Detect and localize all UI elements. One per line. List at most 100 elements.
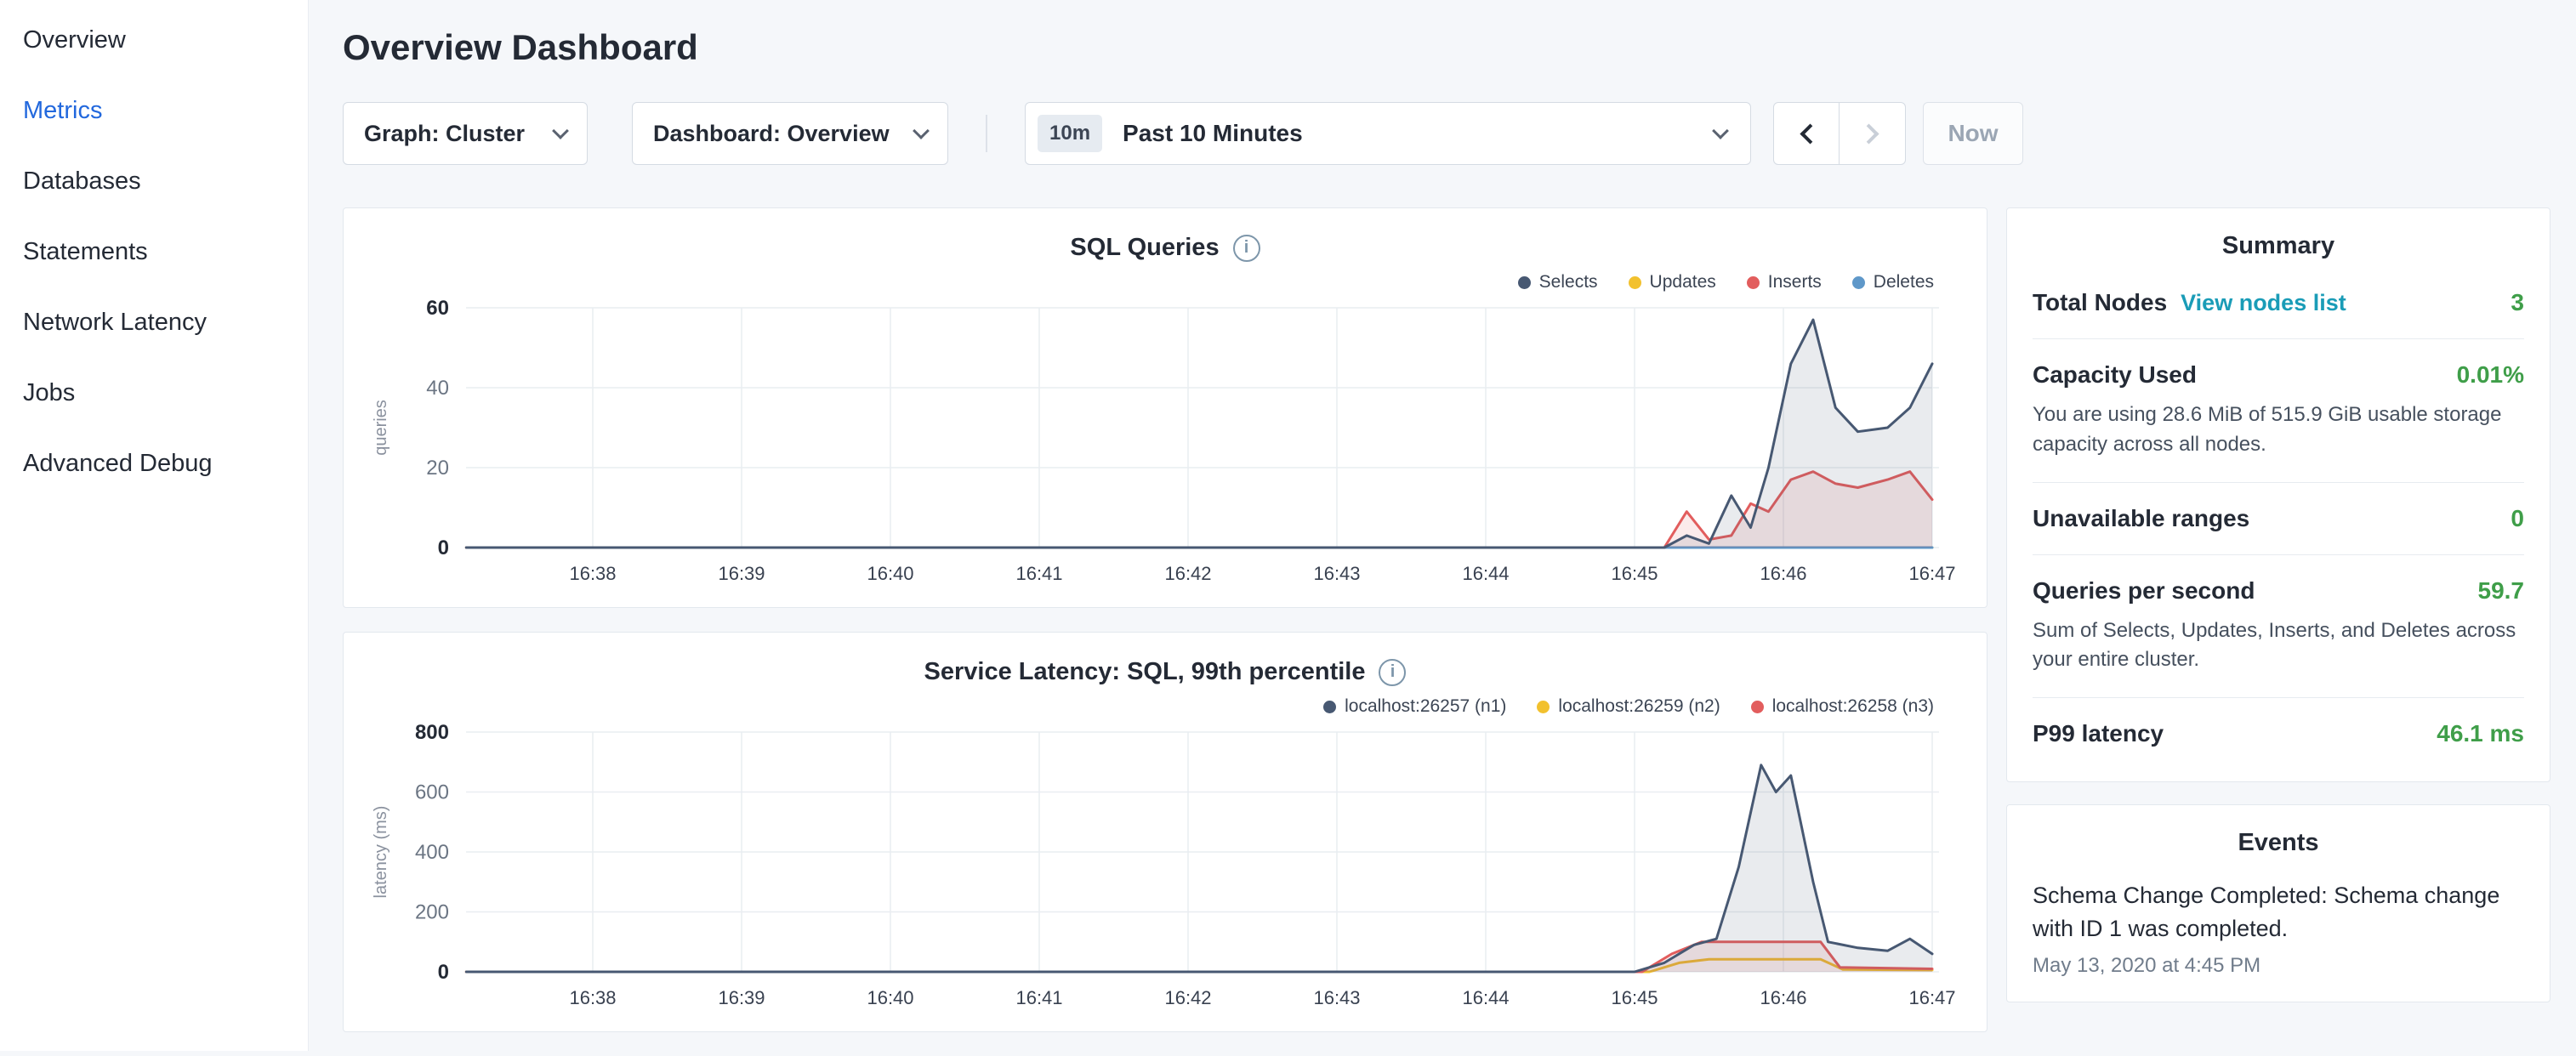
summary-row: Capacity Used0.01% You are using 28.6 MiB… — [2033, 339, 2524, 483]
legend-item[interactable]: Inserts — [1747, 272, 1822, 292]
event-item: Schema Change Completed: Schema change w… — [2033, 864, 2524, 978]
summary-row: P99 latency46.1 ms — [2033, 698, 2524, 758]
svg-text:800: 800 — [415, 721, 449, 744]
time-step-buttons — [1773, 102, 1906, 165]
legend-item[interactable]: Deletes — [1852, 272, 1934, 292]
sidebar-item-databases[interactable]: Databases — [0, 146, 308, 217]
svg-text:16:45: 16:45 — [1611, 987, 1658, 1008]
chevron-down-icon — [913, 122, 930, 139]
svg-text:16:47: 16:47 — [1908, 987, 1955, 1008]
time-window-dropdown[interactable]: 10m Past 10 Minutes — [1025, 102, 1751, 165]
summary-line: P99 latency46.1 ms — [2033, 720, 2524, 747]
graph-dropdown-label: Graph: Cluster — [364, 121, 525, 147]
charts-column: SQL Queries Selects Updates Inserts Deletes… — [343, 207, 1987, 1056]
chart-svg: 16:3816:3916:4016:4116:4216:4316:4416:45… — [369, 718, 1961, 1016]
legend-label: Inserts — [1768, 272, 1822, 292]
legend-dot — [1537, 701, 1550, 713]
chart-legend: Selects Updates Inserts Deletes — [369, 272, 1934, 292]
legend-label: Selects — [1539, 272, 1598, 292]
sidebar-nav: OverviewMetricsDatabasesStatementsNetwor… — [0, 0, 309, 1051]
summary-label: Unavailable ranges — [2033, 505, 2249, 532]
svg-text:16:39: 16:39 — [718, 987, 765, 1008]
legend-item[interactable]: Selects — [1518, 272, 1598, 292]
summary-value: 0 — [2511, 505, 2524, 532]
legend-item[interactable]: Updates — [1629, 272, 1716, 292]
summary-panel-title: Summary — [2033, 232, 2524, 260]
sidebar-item-statements[interactable]: Statements — [0, 217, 308, 287]
info-icon[interactable] — [1233, 235, 1260, 262]
dashboard-dropdown[interactable]: Dashboard: Overview — [632, 102, 948, 165]
chart-title-row: Service Latency: SQL, 99th percentile — [369, 658, 1961, 686]
svg-text:16:39: 16:39 — [718, 563, 765, 584]
sidebar-item-metrics[interactable]: Metrics — [0, 76, 308, 146]
summary-rows: Total NodesView nodes list3Capacity Used… — [2033, 267, 2524, 758]
legend-label: Deletes — [1874, 272, 1934, 292]
summary-panel: Summary Total NodesView nodes list3Capac… — [2006, 207, 2550, 782]
svg-text:200: 200 — [415, 901, 449, 924]
view-nodes-link[interactable]: View nodes list — [2181, 290, 2346, 316]
svg-text:16:46: 16:46 — [1760, 987, 1806, 1008]
legend-dot — [1629, 276, 1641, 289]
sidebar-item-overview[interactable]: Overview — [0, 5, 308, 76]
graph-dropdown[interactable]: Graph: Cluster — [343, 102, 588, 165]
summary-line: Unavailable ranges 0 — [2033, 505, 2524, 532]
events-panel-title: Events — [2033, 829, 2524, 857]
legend-dot — [1518, 276, 1531, 289]
events-list: Schema Change Completed: Schema change w… — [2033, 864, 2524, 978]
sidebar-item-advanced-debug[interactable]: Advanced Debug — [0, 429, 308, 499]
svg-text:16:38: 16:38 — [569, 563, 616, 584]
svg-text:16:40: 16:40 — [867, 987, 913, 1008]
sql-queries-chart-card: SQL Queries Selects Updates Inserts Deletes… — [343, 207, 1987, 608]
summary-line: Total NodesView nodes list3 — [2033, 289, 2524, 316]
summary-row: Total NodesView nodes list3 — [2033, 267, 2524, 339]
sidebar-item-jobs[interactable]: Jobs — [0, 358, 308, 429]
sidebar-item-network-latency[interactable]: Network Latency — [0, 287, 308, 358]
chart-title: SQL Queries — [1070, 234, 1219, 262]
legend-label: localhost:26258 (n3) — [1772, 696, 1934, 717]
summary-description: You are using 28.6 MiB of 515.9 GiB usab… — [2033, 400, 2524, 460]
summary-line: Queries per second 59.7 — [2033, 577, 2524, 605]
legend-label: localhost:26257 (n1) — [1345, 696, 1506, 717]
legend-item[interactable]: localhost:26258 (n3) — [1751, 696, 1934, 717]
time-prev-button[interactable] — [1773, 102, 1840, 165]
app-root: OverviewMetricsDatabasesStatementsNetwor… — [0, 0, 2576, 1051]
summary-label: Capacity Used — [2033, 361, 2197, 389]
main-content: Overview Dashboard Graph: Cluster Dashbo… — [309, 0, 2576, 1051]
svg-text:16:43: 16:43 — [1313, 563, 1360, 584]
svg-text:16:41: 16:41 — [1015, 987, 1062, 1008]
summary-label: Queries per second — [2033, 577, 2255, 605]
event-timestamp: May 13, 2020 at 4:45 PM — [2033, 954, 2524, 978]
now-button[interactable]: Now — [1923, 102, 2023, 165]
dashboard-dropdown-label: Dashboard: Overview — [653, 121, 890, 147]
svg-text:16:45: 16:45 — [1611, 563, 1658, 584]
svg-text:16:43: 16:43 — [1313, 987, 1360, 1008]
chart-title-row: SQL Queries — [369, 234, 1961, 262]
svg-text:16:42: 16:42 — [1164, 563, 1211, 584]
summary-label: P99 latency — [2033, 720, 2164, 747]
svg-text:20: 20 — [426, 457, 449, 480]
summary-value: 59.7 — [2478, 577, 2525, 605]
chevron-down-icon — [1712, 122, 1729, 139]
chart-plot-area: 16:3816:3916:4016:4116:4216:4316:4416:45… — [369, 718, 1961, 1016]
page-title: Overview Dashboard — [343, 27, 2550, 68]
info-icon[interactable] — [1379, 659, 1406, 686]
summary-row: Unavailable ranges 0 — [2033, 483, 2524, 555]
legend-dot — [1747, 276, 1760, 289]
legend-dot — [1323, 701, 1336, 713]
svg-text:16:44: 16:44 — [1462, 563, 1509, 584]
time-window-badge: 10m — [1038, 115, 1102, 152]
summary-line: Capacity Used0.01% — [2033, 361, 2524, 389]
svg-text:16:44: 16:44 — [1462, 987, 1509, 1008]
time-next-button[interactable] — [1840, 102, 1906, 165]
svg-text:40: 40 — [426, 377, 449, 400]
summary-label: Total Nodes — [2033, 289, 2167, 316]
time-window-label: Past 10 Minutes — [1123, 120, 1303, 147]
controls-row: Graph: Cluster Dashboard: Overview 10m P… — [343, 102, 2550, 165]
svg-text:queries: queries — [372, 400, 390, 456]
svg-text:16:47: 16:47 — [1908, 563, 1955, 584]
svg-text:16:46: 16:46 — [1760, 563, 1806, 584]
svg-text:16:41: 16:41 — [1015, 563, 1062, 584]
legend-item[interactable]: localhost:26257 (n1) — [1323, 696, 1506, 717]
legend-item[interactable]: localhost:26259 (n2) — [1537, 696, 1720, 717]
chart-title: Service Latency: SQL, 99th percentile — [924, 658, 1366, 686]
